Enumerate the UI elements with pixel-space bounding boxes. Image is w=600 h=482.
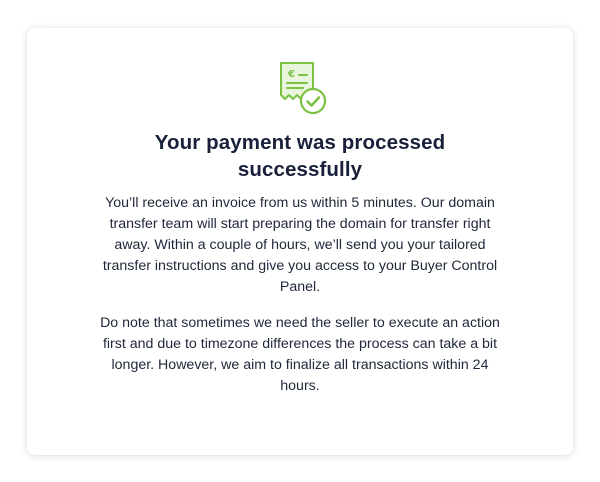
title-line-2: successfully [237,158,363,181]
payment-confirmation-card: € Your payment was processed successfull… [27,28,573,455]
svg-text:€: € [287,69,295,80]
invoice-info-paragraph: You’ll receive an invoice from us within… [102,195,498,295]
receipt-check-icon: € [277,61,329,117]
title-line-1: Your payment was processed [154,131,446,154]
timing-note-paragraph: Do note that sometimes we need the selle… [100,315,500,394]
confirmation-title: Your payment was processed successfully [27,129,573,183]
